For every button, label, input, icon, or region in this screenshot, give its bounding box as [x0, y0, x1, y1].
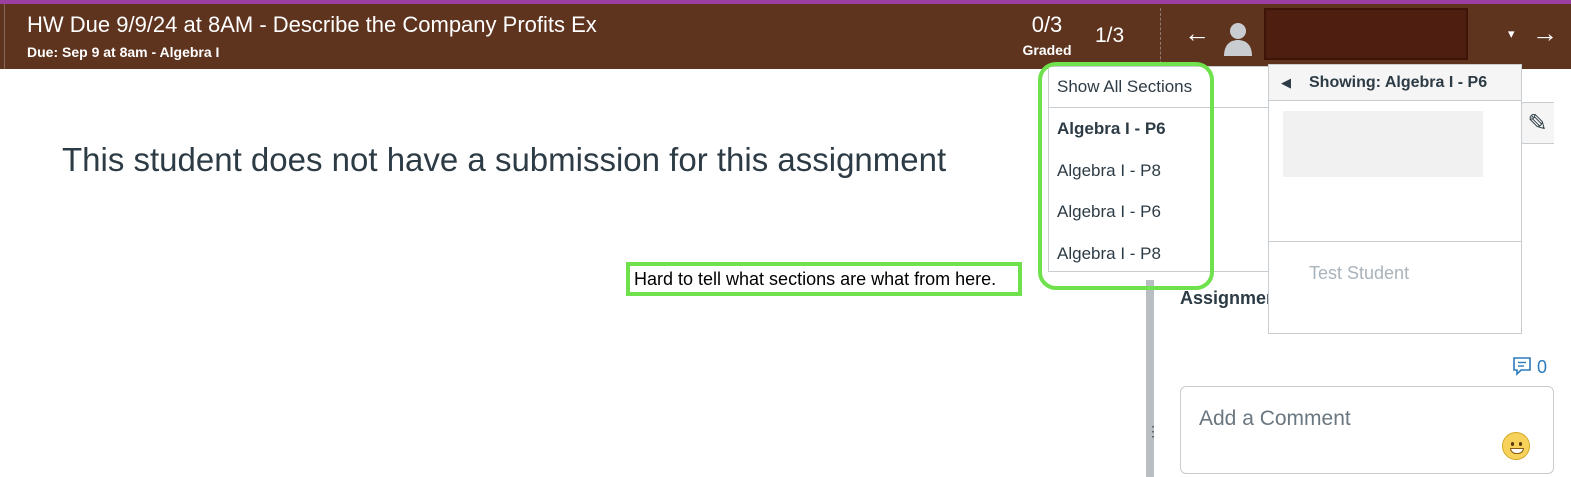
comment-placeholder: Add a Comment	[1199, 407, 1351, 430]
student-menu: ◀ Showing: Algebra I - P6 Test Student	[1268, 64, 1522, 334]
assignment-due-info: Due: Sep 9 at 8am - Algebra I	[27, 44, 220, 60]
header-divider	[1160, 8, 1161, 69]
emoji-picker-icon[interactable]	[1502, 432, 1530, 460]
edit-icon[interactable]: ✎	[1520, 102, 1554, 144]
graded-score-label: Graded	[1022, 42, 1072, 58]
annotation-highlight-box	[1038, 62, 1214, 290]
previous-student-icon[interactable]: ←	[1184, 18, 1210, 49]
student-menu-divider	[1269, 241, 1521, 242]
comment-input[interactable]: Add a Comment	[1180, 386, 1554, 474]
assignment-section-heading: Assignment	[1180, 288, 1270, 308]
assignment-title-area: HW Due 9/9/24 at 8AM - Describe the Comp…	[4, 4, 597, 69]
student-list-item[interactable]	[1283, 111, 1483, 177]
avatar	[1224, 23, 1252, 56]
student-position: 1/3	[1095, 24, 1125, 47]
annotation-callout: Hard to tell what sections are what from…	[626, 262, 1022, 296]
no-submission-message: This student does not have a submission …	[62, 141, 947, 178]
panel-resize-handle[interactable]	[1146, 280, 1154, 477]
assignment-title[interactable]: HW Due 9/9/24 at 8AM - Describe the Comp…	[27, 12, 597, 38]
next-student-icon[interactable]: →	[1532, 18, 1558, 49]
speedgrader-header: HW Due 9/9/24 at 8AM - Describe the Comp…	[0, 4, 1571, 69]
student-menu-header[interactable]: ◀ Showing: Algebra I - P6	[1269, 65, 1521, 101]
chevron-down-icon[interactable]: ▾	[1508, 26, 1515, 42]
graded-score: 0/3 Graded	[1020, 12, 1074, 58]
comment-icon	[1513, 357, 1531, 376]
showing-section-label: Showing: Algebra I - P6	[1309, 74, 1488, 91]
graded-score-value: 0/3	[1031, 12, 1063, 37]
test-student-item[interactable]: Test Student	[1309, 263, 1409, 284]
comment-count[interactable]: 0	[1512, 356, 1547, 378]
student-select-dropdown[interactable]	[1264, 8, 1468, 60]
back-arrow-icon[interactable]: ◀	[1281, 75, 1291, 91]
drag-grip-icon[interactable]: ⋮	[1146, 424, 1160, 438]
comment-count-value: 0	[1537, 357, 1548, 377]
